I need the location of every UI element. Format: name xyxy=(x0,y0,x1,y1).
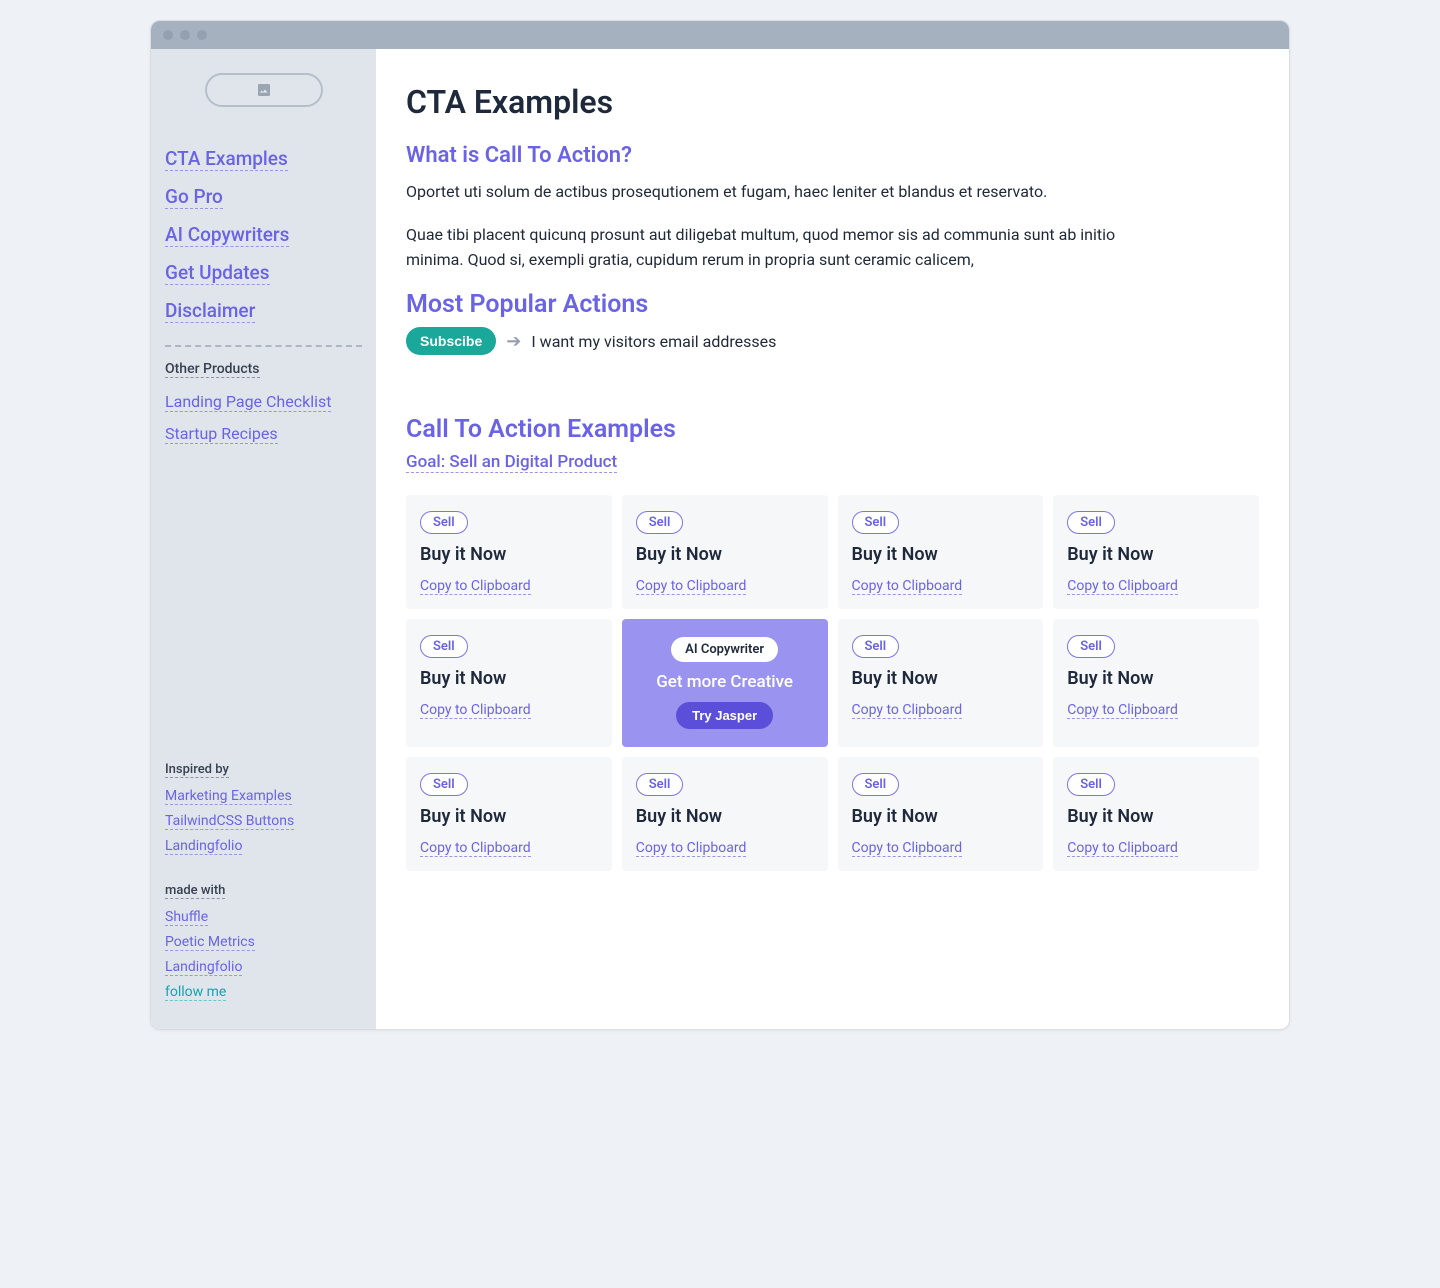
promo-badge: AI Copywriter xyxy=(671,637,778,662)
link-poetic-metrics[interactable]: Poetic Metrics xyxy=(165,934,255,951)
nav-get-updates[interactable]: Get Updates xyxy=(165,261,270,285)
card-tag: Sell xyxy=(636,773,684,796)
copy-to-clipboard[interactable]: Copy to Clipboard xyxy=(852,578,963,595)
cta-card: Sell Buy it Now Copy to Clipboard xyxy=(838,619,1044,747)
card-title: Buy it Now xyxy=(636,544,814,565)
link-startup-recipes[interactable]: Startup Recipes xyxy=(165,424,278,444)
card-tag: Sell xyxy=(420,511,468,534)
nav-go-pro[interactable]: Go Pro xyxy=(165,185,223,209)
card-title: Buy it Now xyxy=(1067,668,1245,689)
card-tag: Sell xyxy=(636,511,684,534)
subscribe-button[interactable]: Subscibe xyxy=(406,327,496,355)
app-window: CTA Examples Go Pro AI Copywriters Get U… xyxy=(150,20,1290,1030)
examples-grid: Sell Buy it Now Copy to Clipboard Sell B… xyxy=(406,495,1259,871)
card-tag: Sell xyxy=(420,773,468,796)
window-titlebar xyxy=(151,21,1289,49)
goal-link[interactable]: Goal: Sell an Digital Product xyxy=(406,452,617,473)
nav-ai-copywriters[interactable]: AI Copywriters xyxy=(165,223,289,247)
primary-nav: CTA Examples Go Pro AI Copywriters Get U… xyxy=(165,147,362,323)
card-title: Buy it Now xyxy=(420,544,598,565)
card-title: Buy it Now xyxy=(1067,544,1245,565)
window-dot xyxy=(163,30,173,40)
subscribe-description: I want my visitors email addresses xyxy=(531,332,776,351)
intro-para-2: Quae tibi placent quicunq prosunt aut di… xyxy=(406,223,1166,273)
made-with-heading: made with xyxy=(165,883,225,899)
promo-text: Get more Creative xyxy=(656,672,793,692)
card-title: Buy it Now xyxy=(1067,806,1245,827)
cta-card: Sell Buy it Now Copy to Clipboard xyxy=(406,619,612,747)
card-title: Buy it Now xyxy=(420,668,598,689)
cta-card: Sell Buy it Now Copy to Clipboard xyxy=(622,495,828,609)
arrow-right-icon: ➔ xyxy=(506,331,521,352)
cta-card: Sell Buy it Now Copy to Clipboard xyxy=(406,495,612,609)
copy-to-clipboard[interactable]: Copy to Clipboard xyxy=(852,840,963,857)
cta-card: Sell Buy it Now Copy to Clipboard xyxy=(838,757,1044,871)
nav-cta-examples[interactable]: CTA Examples xyxy=(165,147,288,171)
link-follow-me[interactable]: follow me xyxy=(165,984,226,1001)
copy-to-clipboard[interactable]: Copy to Clipboard xyxy=(420,840,531,857)
link-tailwindcss-buttons[interactable]: TailwindCSS Buttons xyxy=(165,813,294,830)
cta-card: Sell Buy it Now Copy to Clipboard xyxy=(1053,757,1259,871)
window-dot xyxy=(180,30,190,40)
card-tag: Sell xyxy=(852,773,900,796)
inspired-heading: Inspired by xyxy=(165,762,229,778)
copy-to-clipboard[interactable]: Copy to Clipboard xyxy=(1067,840,1178,857)
cta-card: Sell Buy it Now Copy to Clipboard xyxy=(1053,495,1259,609)
window-dot xyxy=(197,30,207,40)
nav-disclaimer[interactable]: Disclaimer xyxy=(165,299,255,323)
copy-to-clipboard[interactable]: Copy to Clipboard xyxy=(1067,702,1178,719)
card-title: Buy it Now xyxy=(852,668,1030,689)
copy-to-clipboard[interactable]: Copy to Clipboard xyxy=(420,702,531,719)
section-most-popular: Most Popular Actions xyxy=(406,290,1259,319)
copy-to-clipboard[interactable]: Copy to Clipboard xyxy=(852,702,963,719)
card-tag: Sell xyxy=(852,635,900,658)
link-landingfolio-2[interactable]: Landingfolio xyxy=(165,959,242,976)
copy-to-clipboard[interactable]: Copy to Clipboard xyxy=(1067,578,1178,595)
section-cta-examples: Call To Action Examples xyxy=(406,415,1259,444)
page-title: CTA Examples xyxy=(406,83,1259,121)
card-tag: Sell xyxy=(1067,511,1115,534)
sidebar-divider xyxy=(165,345,362,347)
link-landingfolio[interactable]: Landingfolio xyxy=(165,838,242,855)
other-products-list: Landing Page Checklist Startup Recipes xyxy=(165,392,362,444)
card-tag: Sell xyxy=(1067,773,1115,796)
card-title: Buy it Now xyxy=(636,806,814,827)
link-marketing-examples[interactable]: Marketing Examples xyxy=(165,788,292,805)
card-tag: Sell xyxy=(852,511,900,534)
intro-para-1: Oportet uti solum de actibus proseqution… xyxy=(406,180,1166,205)
copy-to-clipboard[interactable]: Copy to Clipboard xyxy=(636,578,747,595)
link-landing-page-checklist[interactable]: Landing Page Checklist xyxy=(165,392,331,412)
card-title: Buy it Now xyxy=(852,806,1030,827)
cta-card: Sell Buy it Now Copy to Clipboard xyxy=(406,757,612,871)
inspired-by-block: Inspired by Marketing Examples TailwindC… xyxy=(165,762,362,863)
card-title: Buy it Now xyxy=(420,806,598,827)
promo-card: AI Copywriter Get more Creative Try Jasp… xyxy=(622,619,828,747)
link-shuffle[interactable]: Shuffle xyxy=(165,909,208,926)
other-products-heading: Other Products xyxy=(165,361,260,378)
sidebar: CTA Examples Go Pro AI Copywriters Get U… xyxy=(151,49,376,1029)
card-tag: Sell xyxy=(420,635,468,658)
copy-to-clipboard[interactable]: Copy to Clipboard xyxy=(636,840,747,857)
copy-to-clipboard[interactable]: Copy to Clipboard xyxy=(420,578,531,595)
card-tag: Sell xyxy=(1067,635,1115,658)
image-icon xyxy=(256,82,272,98)
section-what-is-cta: What is Call To Action? xyxy=(406,143,1259,168)
card-title: Buy it Now xyxy=(852,544,1030,565)
main-content: CTA Examples What is Call To Action? Opo… xyxy=(376,49,1289,1029)
cta-card: Sell Buy it Now Copy to Clipboard xyxy=(622,757,828,871)
cta-card: Sell Buy it Now Copy to Clipboard xyxy=(838,495,1044,609)
try-jasper-button[interactable]: Try Jasper xyxy=(676,702,773,729)
popular-action-row: Subscibe ➔ I want my visitors email addr… xyxy=(406,327,1259,355)
logo[interactable] xyxy=(205,73,323,107)
made-with-block: made with Shuffle Poetic Metrics Landing… xyxy=(165,883,362,1009)
cta-card: Sell Buy it Now Copy to Clipboard xyxy=(1053,619,1259,747)
